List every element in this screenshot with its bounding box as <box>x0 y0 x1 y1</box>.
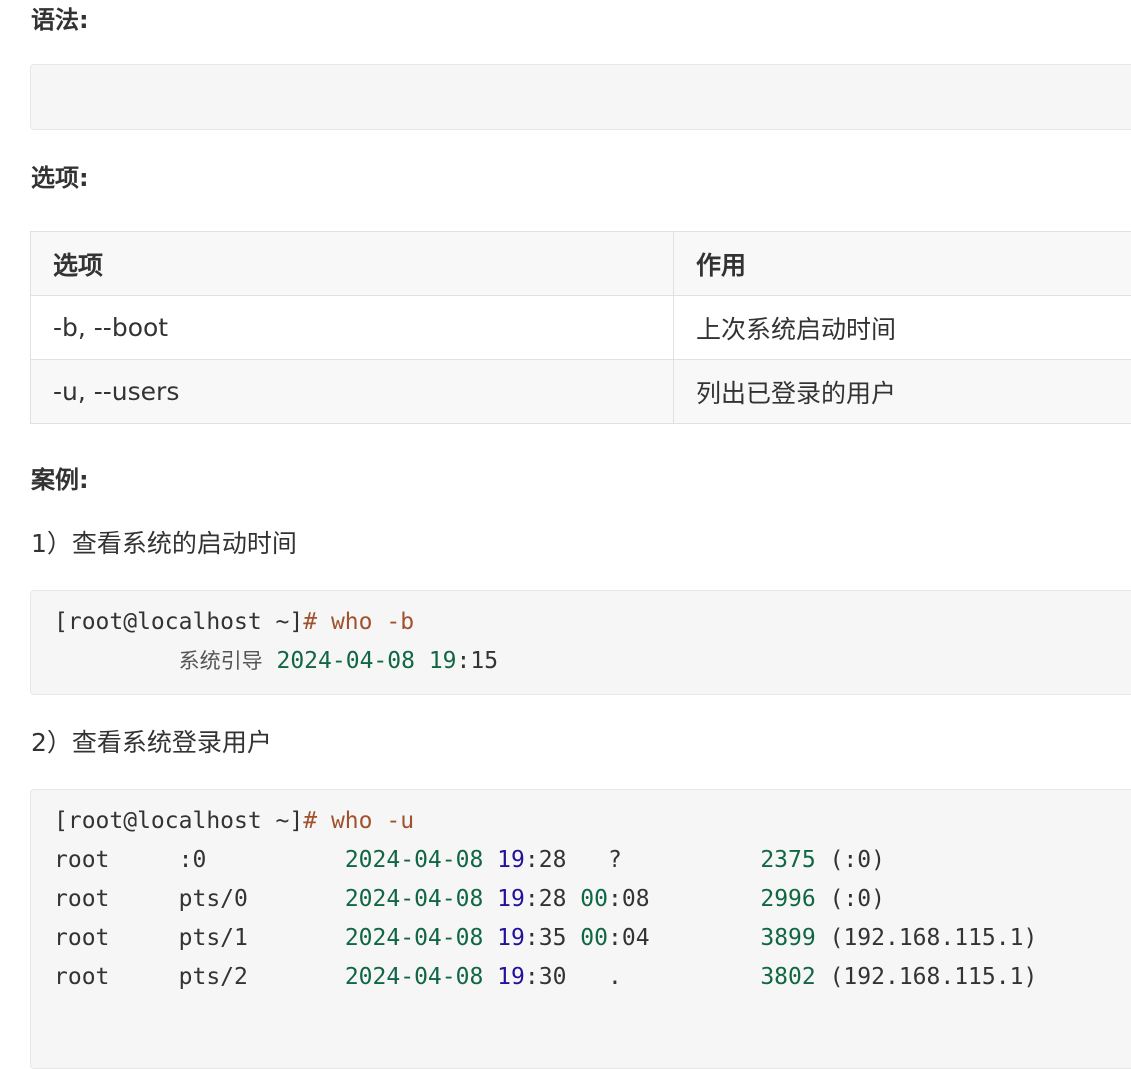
boot-min: 15 <box>470 648 498 674</box>
example-2-title: 2）查看系统登录用户 <box>31 726 272 760</box>
row-user: root <box>54 925 109 951</box>
table-header-effect: 作用 <box>674 232 1131 296</box>
row-date: 2024-04-08 <box>345 964 483 990</box>
table-header-option: 选项 <box>31 232 674 296</box>
row-date: 2024-04-08 <box>345 925 483 951</box>
who-output-row: root pts/2 2024-04-08 19:30 . 3802 (192.… <box>54 964 1037 990</box>
table-cell-effect: 上次系统启动时间 <box>674 296 1131 360</box>
row-hour: 19 <box>497 925 525 951</box>
table-header-row: 选项 作用 <box>31 232 1131 296</box>
syntax-code-block <box>30 64 1131 130</box>
row-min: 30 <box>539 964 567 990</box>
row-idle-min: 04 <box>622 925 650 951</box>
row-idle: ? <box>608 847 622 873</box>
prompt-hash: # <box>303 609 317 635</box>
prompt-hash: # <box>303 808 317 834</box>
table-cell-option: -u, --users <box>31 360 674 424</box>
table-cell-effect: 列出已登录的用户 <box>674 360 1131 424</box>
row-pid: 2996 <box>760 886 815 912</box>
shell-command: who -u <box>317 808 414 834</box>
example-1-code: [root@localhost ~]# who -b 系统引导 2024-04-… <box>54 603 498 681</box>
options-heading: 选项: <box>31 162 89 194</box>
row-idle: . <box>608 964 622 990</box>
row-line: :0 <box>179 847 207 873</box>
row-pid: 2375 <box>760 847 815 873</box>
options-table: 选项 作用 -b, --boot 上次系统启动时间 -u, --users 列出… <box>30 231 1131 424</box>
row-host: (:0) <box>830 847 885 873</box>
row-pid: 3802 <box>760 964 815 990</box>
row-line: pts/0 <box>179 886 248 912</box>
row-idle-min: 08 <box>622 886 650 912</box>
row-host: (192.168.115.1) <box>830 964 1038 990</box>
boot-label: 系统引导 <box>179 649 263 673</box>
row-min: 28 <box>539 847 567 873</box>
who-output-row: root pts/0 2024-04-08 19:28 00:08 2996 (… <box>54 886 885 912</box>
syntax-heading: 语法: <box>31 4 89 36</box>
boot-date: 2024-04-08 <box>276 648 414 674</box>
boot-output-line: 系统引导 2024-04-08 19:15 <box>54 648 498 674</box>
row-date: 2024-04-08 <box>345 847 483 873</box>
table-cell-option: -b, --boot <box>31 296 674 360</box>
row-host: (:0) <box>830 886 885 912</box>
row-min: 35 <box>539 925 567 951</box>
row-user: root <box>54 964 109 990</box>
row-min: 28 <box>539 886 567 912</box>
examples-heading: 案例: <box>31 464 89 496</box>
example-2-code: [root@localhost ~]# who -u root :0 2024-… <box>54 802 1037 997</box>
example-1-code-block: [root@localhost ~]# who -b 系统引导 2024-04-… <box>30 590 1131 695</box>
boot-hour: 19 <box>429 648 457 674</box>
row-pid: 3899 <box>760 925 815 951</box>
who-output-row: root :0 2024-04-08 19:28 ? 2375 (:0) <box>54 847 885 873</box>
row-line: pts/1 <box>179 925 248 951</box>
row-hour: 19 <box>497 886 525 912</box>
table-row: -b, --boot 上次系统启动时间 <box>31 296 1131 360</box>
row-user: root <box>54 847 109 873</box>
shell-command: who -b <box>317 609 414 635</box>
row-hour: 19 <box>497 964 525 990</box>
row-hour: 19 <box>497 847 525 873</box>
row-idle: 00 <box>580 886 608 912</box>
example-2-code-block: [root@localhost ~]# who -u root :0 2024-… <box>30 789 1131 1069</box>
shell-prompt: [root@localhost ~] <box>54 609 303 635</box>
row-host: (192.168.115.1) <box>830 925 1038 951</box>
row-line: pts/2 <box>179 964 248 990</box>
example-1-title: 1）查看系统的启动时间 <box>31 527 297 561</box>
who-output-row: root pts/1 2024-04-08 19:35 00:04 3899 (… <box>54 925 1037 951</box>
row-idle: 00 <box>580 925 608 951</box>
row-date: 2024-04-08 <box>345 886 483 912</box>
table-row: -u, --users 列出已登录的用户 <box>31 360 1131 424</box>
row-user: root <box>54 886 109 912</box>
shell-prompt: [root@localhost ~] <box>54 808 303 834</box>
